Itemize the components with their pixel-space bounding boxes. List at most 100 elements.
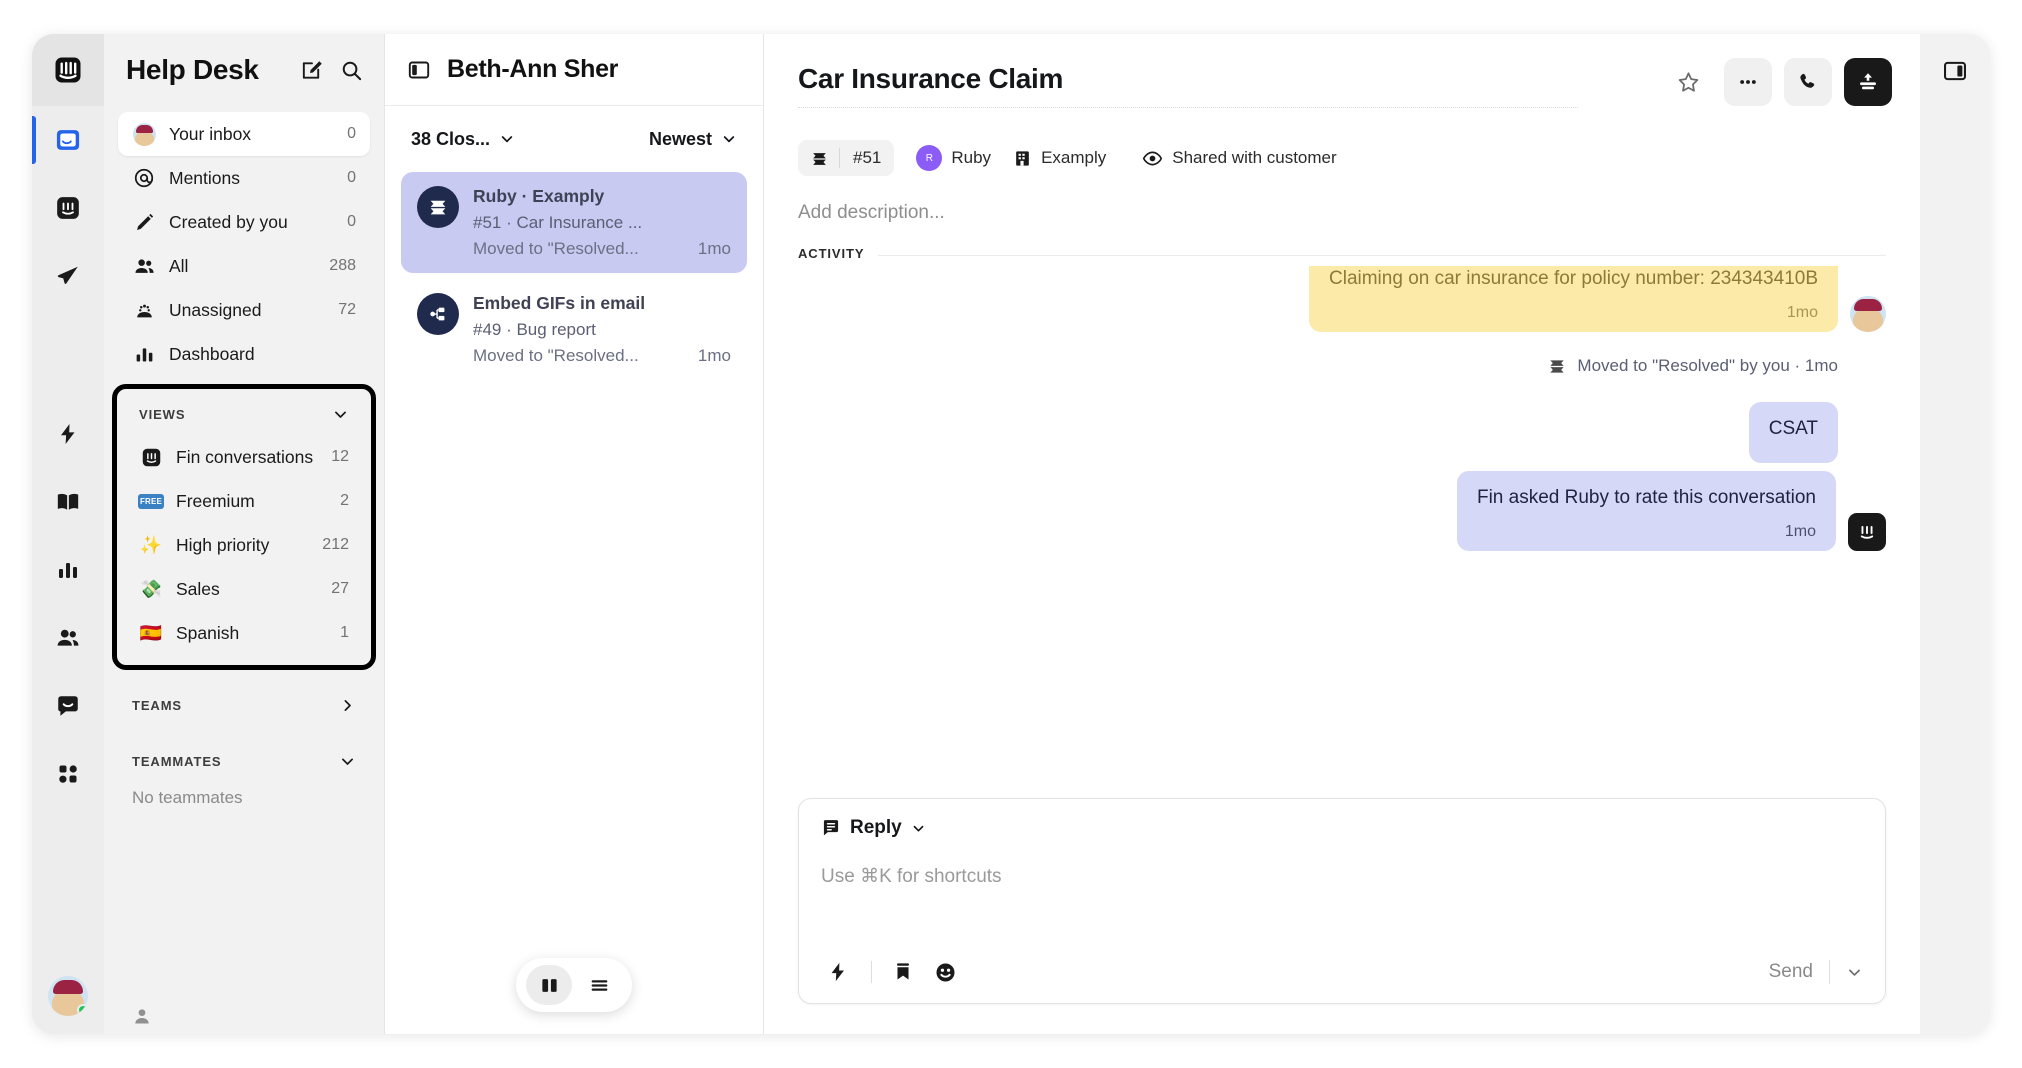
more-dots-icon[interactable]: [1724, 58, 1772, 106]
conversation-panel: Car Insurance Claim #51 R Ruby Examply S…: [764, 34, 1920, 1034]
message-text: Fin asked Ruby to rate this conversation: [1476, 487, 1816, 509]
list-item-title: Embed GIFs in email: [473, 293, 646, 313]
lightning-icon[interactable]: [821, 955, 855, 989]
sidebar: Help Desk Your inbox 0 Mentions 0 Create…: [104, 34, 384, 1034]
compose-icon[interactable]: [296, 55, 326, 85]
chevron-down-icon[interactable]: [339, 753, 356, 770]
online-status-dot: [77, 1004, 88, 1016]
status-filter-dropdown[interactable]: 38 Clos...: [411, 129, 515, 150]
emoji-icon[interactable]: [928, 955, 962, 989]
right-panel-toggle-icon[interactable]: [1942, 58, 1968, 84]
saved-reply-icon[interactable]: [886, 955, 920, 989]
sidebar-item-your-inbox[interactable]: Your inbox 0: [118, 112, 370, 156]
assignee-chip[interactable]: R Ruby: [916, 145, 991, 171]
conversation-header: Car Insurance Claim: [764, 34, 1920, 130]
customer-message-bubble[interactable]: Claiming on car insurance for policy num…: [1309, 266, 1838, 332]
ticket-chip[interactable]: #51: [798, 140, 895, 176]
reply-icon: [821, 818, 841, 838]
status-filter-label: 38 Clos...: [411, 128, 491, 149]
sidebar-item-mentions[interactable]: Mentions 0: [118, 156, 370, 200]
list-item-status: Moved to "Resolved... 1mo: [473, 346, 731, 366]
send-divider: [1829, 960, 1830, 984]
reply-composer: Reply Use ⌘K for shortcuts Send: [798, 798, 1886, 1004]
sort-filter-dropdown[interactable]: Newest: [649, 129, 737, 150]
sidebar-item-label: All: [169, 255, 189, 276]
message-row-customer: Claiming on car insurance for policy num…: [798, 266, 1886, 332]
app-window: Help Desk Your inbox 0 Mentions 0 Create…: [32, 34, 1990, 1034]
panel-toggle-icon[interactable]: [407, 58, 431, 82]
avatar[interactable]: [48, 976, 88, 1016]
view-mode-toggle: [516, 958, 632, 1012]
chevron-down-icon[interactable]: [332, 406, 349, 423]
teams-section-title: TEAMS: [132, 697, 182, 713]
list-item-status: Moved to "Resolved... 1mo: [473, 239, 731, 259]
free-badge-icon: FREE: [137, 493, 165, 509]
composer-mode-dropdown[interactable]: Reply: [821, 817, 1863, 839]
view-item-count: 2: [340, 492, 349, 509]
send-button[interactable]: Send: [1769, 961, 1813, 983]
chevron-right-icon[interactable]: [339, 697, 356, 714]
sidebar-item-created-by-you[interactable]: Created by you 0: [118, 200, 370, 244]
send-options-chevron-down-icon[interactable]: [1846, 964, 1863, 981]
pencil-icon: [132, 212, 156, 233]
view-item-label: High priority: [176, 534, 270, 555]
rail-item-knowledge[interactable]: [32, 468, 104, 536]
sidebar-item-dashboard[interactable]: Dashboard: [118, 332, 370, 376]
sidebar-cut-off-row: [104, 998, 384, 1034]
agent-message-bubble[interactable]: Fin asked Ruby to rate this conversation…: [1456, 471, 1836, 551]
system-event-row: Moved to "Resolved" by you · 1mo: [798, 356, 1886, 376]
list-item-time: 1mo: [697, 239, 731, 258]
sidebar-item-unassigned[interactable]: Unassigned 72: [118, 288, 370, 332]
sidebar-item-label: Unassigned: [169, 299, 262, 320]
title-underline: [798, 106, 1578, 108]
at-icon: [132, 167, 156, 189]
page-title: Help Desk: [126, 54, 259, 85]
list-item-time: 1mo: [697, 346, 731, 365]
sidebar-item-all[interactable]: All 288: [118, 244, 370, 288]
view-item-sales[interactable]: 💸 Sales 27: [125, 567, 363, 611]
view-item-freemium[interactable]: FREE Freemium 2: [125, 479, 363, 523]
agent-message-bubble[interactable]: CSAT: [1748, 401, 1838, 464]
visibility-chip[interactable]: Shared with customer: [1142, 148, 1337, 169]
conversation-title-wrap: Car Insurance Claim: [798, 57, 1652, 108]
view-item-high-priority[interactable]: ✨ High priority 212: [125, 523, 363, 567]
people-icon: [55, 625, 81, 651]
conversation-title[interactable]: Car Insurance Claim: [798, 63, 1652, 95]
people-icon: [132, 255, 156, 278]
teammates-section-header[interactable]: TEAMMATES: [118, 740, 370, 782]
message-row-fin: Fin asked Ruby to rate this conversation…: [798, 471, 1886, 551]
chevron-down-icon: [721, 131, 737, 147]
list-view-icon[interactable]: [576, 965, 622, 1005]
rail-item-fin[interactable]: [32, 174, 104, 242]
list-item-body: Embed GIFs in email #49 · Bug report Mov…: [473, 293, 731, 366]
split-view-icon[interactable]: [526, 965, 572, 1005]
teammates-section-title: TEAMMATES: [132, 753, 222, 769]
phone-icon[interactable]: [1784, 58, 1832, 106]
view-item-label: Spanish: [176, 622, 240, 643]
search-icon[interactable]: [336, 55, 366, 85]
rail-item-contacts[interactable]: [32, 604, 104, 672]
escalate-upload-icon[interactable]: [1844, 58, 1892, 106]
reply-input[interactable]: Use ⌘K for shortcuts: [821, 865, 1863, 955]
rail-item-reports[interactable]: [32, 536, 104, 604]
rail-item-automation[interactable]: [32, 400, 104, 468]
view-item-spanish[interactable]: 🇪🇸 Spanish 1: [125, 611, 363, 655]
views-section-title: VIEWS: [139, 406, 186, 422]
description-placeholder[interactable]: Add description...: [764, 176, 1920, 224]
star-icon[interactable]: [1664, 58, 1712, 106]
teams-section-header[interactable]: TEAMS: [118, 684, 370, 726]
view-item-fin-conversations[interactable]: Fin conversations 12: [125, 435, 363, 479]
rail-item-apps[interactable]: [32, 740, 104, 808]
activity-section: ACTIVITY Claiming on car insurance for p…: [764, 246, 1920, 798]
views-section-header[interactable]: VIEWS: [125, 393, 363, 435]
sidebar-item-count: 0: [347, 169, 356, 186]
rail-item-inbox[interactable]: [32, 106, 104, 174]
rail-item-messenger[interactable]: [32, 672, 104, 740]
list-item[interactable]: Embed GIFs in email #49 · Bug report Mov…: [401, 279, 747, 380]
rail-item-outbound[interactable]: [32, 242, 104, 310]
list-item[interactable]: Ruby · Examply #51 · Car Insurance ... M…: [401, 172, 747, 273]
rail-divider-gap: [32, 310, 104, 400]
company-icon: [1013, 149, 1032, 168]
company-chip[interactable]: Examply: [1013, 148, 1106, 168]
intercom-logo-icon[interactable]: [32, 34, 104, 106]
